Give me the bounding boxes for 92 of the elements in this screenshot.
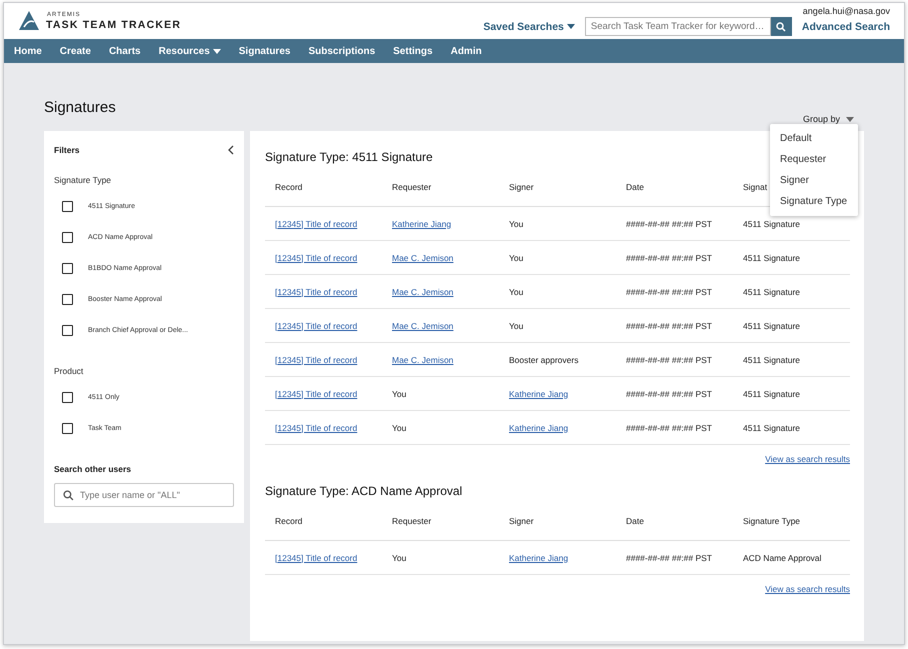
group-by-dropdown[interactable]: Group by <box>802 114 854 124</box>
table-cell: ####-##-## ##:## PST <box>626 320 712 330</box>
nav-item[interactable]: Signatures <box>238 46 300 56</box>
table-cell: Booster approvers <box>509 354 578 364</box>
group-title: Signature Type: ACD Name Approval <box>265 484 462 498</box>
signer-link[interactable]: Katherine Jiang <box>509 388 568 398</box>
nav-item[interactable]: Admin <box>450 46 492 56</box>
menu-item[interactable]: Default <box>770 128 858 149</box>
menu-item[interactable]: Requester <box>770 149 858 170</box>
table-cell: 4511 Signature <box>743 252 800 262</box>
signer-link[interactable]: Katherine Jiang <box>509 552 568 562</box>
table-cell: You <box>392 422 406 432</box>
checkbox[interactable] <box>62 392 73 403</box>
column-header: Date <box>616 512 733 540</box>
filter-section-title: Signature Type <box>54 175 112 185</box>
column-header: Signer <box>499 178 616 206</box>
nav-item[interactable]: Charts <box>108 46 151 56</box>
search-icon <box>776 22 786 32</box>
view-results-link[interactable]: View as search results <box>765 584 850 594</box>
caret-icon <box>212 48 221 54</box>
requester-link[interactable]: Mae C. Jemison <box>392 320 454 330</box>
checkbox[interactable] <box>62 325 73 336</box>
nav-item[interactable]: Create <box>60 46 101 56</box>
checkbox[interactable] <box>62 423 73 434</box>
checkbox[interactable] <box>62 294 73 305</box>
group-title: Signature Type: 4511 Signature <box>265 150 433 164</box>
checkbox[interactable] <box>62 232 73 243</box>
saved-searches-button[interactable]: Saved Searches <box>483 20 575 32</box>
table-cell: 4511 Signature <box>743 354 800 364</box>
search-button[interactable] <box>770 17 792 36</box>
table-cell: ####-##-## ##:## PST <box>626 252 712 262</box>
record-link[interactable]: [12345] Title of record <box>275 552 358 562</box>
caret-icon <box>846 116 854 122</box>
view-results-link[interactable]: View as search results <box>765 454 850 464</box>
table-cell: You <box>509 320 524 330</box>
column-header: Requester <box>382 178 499 206</box>
requester-link[interactable]: Katherine Jiang <box>392 218 452 228</box>
table-cell: ####-##-## ##:## PST <box>626 422 712 432</box>
table-cell: You <box>509 252 524 262</box>
column-header: Signature Type <box>733 512 850 540</box>
table-cell: ####-##-## ##:## PST <box>626 354 712 364</box>
table-cell: 4511 Signature <box>743 422 800 432</box>
search-icon <box>63 490 74 501</box>
brand-title: TASK TEAM TRACKER <box>46 20 182 30</box>
nav-item[interactable]: Settings <box>393 46 443 56</box>
menu-item[interactable]: Signature Type <box>770 191 858 212</box>
checkbox[interactable] <box>62 263 73 274</box>
table-cell: 4511 Signature <box>743 320 800 330</box>
table-cell: ####-##-## ##:## PST <box>626 552 712 562</box>
record-link[interactable]: [12345] Title of record <box>275 388 358 398</box>
table-cell: You <box>392 552 406 562</box>
nav-item[interactable]: Home <box>14 46 52 56</box>
nav-item[interactable]: Resources <box>158 46 231 56</box>
column-header: Record <box>265 178 382 206</box>
search-field[interactable]: Search Task Team Tracker for keyword… <box>584 17 771 36</box>
table-cell: 4511 Signature <box>743 218 800 228</box>
table-cell: ####-##-## ##:## PST <box>626 388 712 398</box>
table-cell: You <box>509 218 524 228</box>
filter-section-title: Product <box>54 366 84 376</box>
signer-link[interactable]: Katherine Jiang <box>509 422 568 432</box>
record-link[interactable]: [12345] Title of record <box>275 422 358 432</box>
record-link[interactable]: [12345] Title of record <box>275 354 358 364</box>
record-link[interactable]: [12345] Title of record <box>275 320 358 330</box>
menu-item[interactable]: Signer <box>770 170 858 191</box>
table-cell: You <box>509 286 524 296</box>
filters-title: Filters <box>54 145 80 155</box>
table-cell: ACD Name Approval <box>743 552 822 562</box>
table-cell: 4511 Signature <box>743 286 800 296</box>
logo-icon <box>18 10 40 32</box>
column-header: Signer <box>499 512 616 540</box>
column-header: Date <box>616 178 733 206</box>
requester-link[interactable]: Mae C. Jemison <box>392 286 454 296</box>
collapse-icon[interactable] <box>228 145 234 155</box>
table-cell: You <box>392 388 406 398</box>
user-search-field[interactable]: Type user name or "ALL" <box>54 483 234 507</box>
caret-icon <box>566 24 575 29</box>
column-header: Requester <box>382 512 499 540</box>
record-link[interactable]: [12345] Title of record <box>275 218 358 228</box>
table-cell: ####-##-## ##:## PST <box>626 218 712 228</box>
requester-link[interactable]: Mae C. Jemison <box>392 354 454 364</box>
search-users-title: Search other users <box>54 464 132 474</box>
advanced-search-link[interactable]: Advanced Search <box>802 20 890 32</box>
user-email: angela.hui@nasa.gov <box>802 6 890 16</box>
column-header: Record <box>265 512 382 540</box>
requester-link[interactable]: Mae C. Jemison <box>392 252 454 262</box>
checkbox[interactable] <box>62 201 73 212</box>
record-link[interactable]: [12345] Title of record <box>275 286 358 296</box>
nav-item[interactable]: Subscriptions <box>308 46 386 56</box>
record-link[interactable]: [12345] Title of record <box>275 252 358 262</box>
table-cell: 4511 Signature <box>743 388 800 398</box>
page-title: Signatures <box>44 99 116 116</box>
table-cell: ####-##-## ##:## PST <box>626 286 712 296</box>
